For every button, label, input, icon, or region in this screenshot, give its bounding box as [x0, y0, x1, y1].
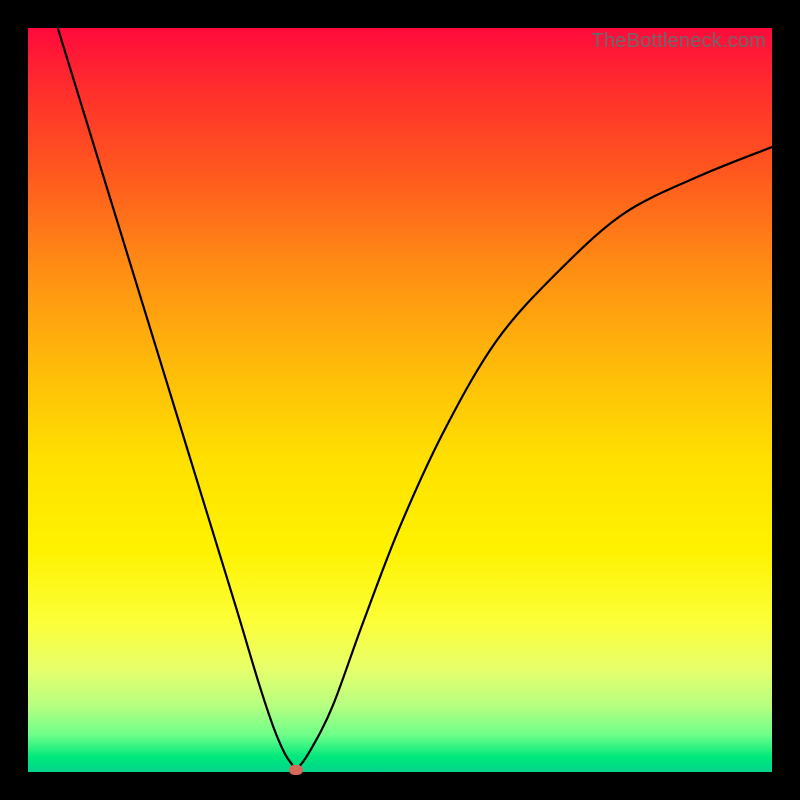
bottleneck-curve	[28, 28, 772, 772]
optimal-point-marker	[289, 765, 303, 775]
plot-area: TheBottleneck.com	[28, 28, 772, 772]
chart-frame: TheBottleneck.com	[0, 0, 800, 800]
